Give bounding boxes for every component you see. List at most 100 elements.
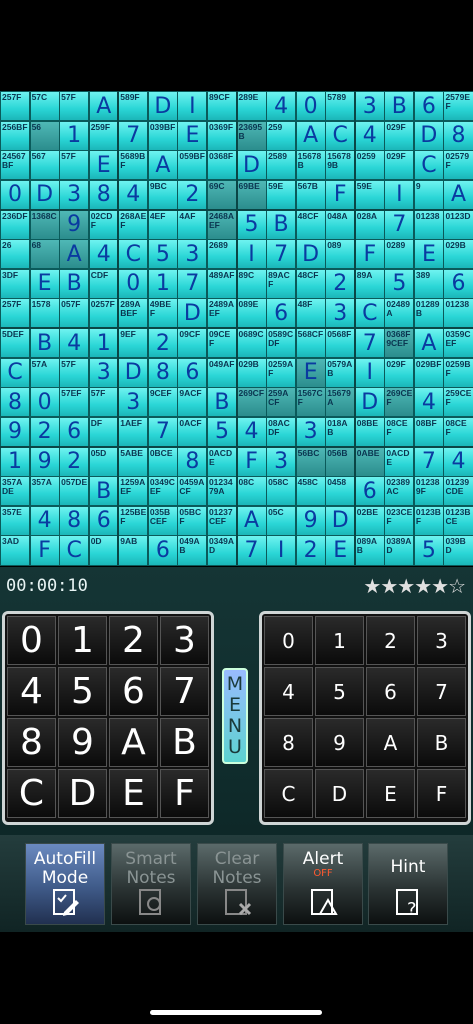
board-cell[interactable]: 049AB [177, 535, 208, 566]
board-cell[interactable]: 2 [325, 268, 356, 299]
board-cell[interactable]: 49BEF [147, 298, 178, 329]
answer-key-f[interactable]: F [160, 769, 209, 818]
board-cell[interactable]: 9EF [118, 328, 149, 359]
board-cell[interactable]: 1567CF [295, 387, 326, 418]
board-cell[interactable]: 9 [29, 446, 60, 477]
board-cell[interactable]: 4AF [177, 209, 208, 240]
board-cell[interactable]: D [413, 120, 444, 151]
board-cell[interactable]: 0389AD [384, 535, 415, 566]
autofill-mode-button[interactable]: AutoFill Mode [25, 843, 105, 925]
board-cell[interactable]: 0BCE [147, 446, 178, 477]
board-cell[interactable]: A [443, 179, 473, 210]
board-cell[interactable]: 4 [236, 416, 267, 447]
board-cell[interactable]: D [325, 505, 356, 536]
board-cell[interactable]: 0ACF [177, 416, 208, 447]
board-cell[interactable]: 0579AB [325, 357, 356, 388]
note-key-a[interactable]: A [366, 718, 415, 767]
board-cell[interactable]: 3 [266, 446, 297, 477]
board-cell[interactable]: 08BF [413, 416, 444, 447]
board-cell[interactable]: 2 [29, 416, 60, 447]
note-key-4[interactable]: 4 [264, 667, 313, 716]
board-cell[interactable]: E [29, 268, 60, 299]
board-cell[interactable]: 0458 [325, 476, 356, 507]
board-cell[interactable]: 7 [147, 416, 178, 447]
board-cell[interactable]: 48CF [295, 209, 326, 240]
answer-key-9[interactable]: 9 [58, 718, 107, 767]
board-cell[interactable]: 01234 79A [206, 476, 237, 507]
board-cell[interactable]: 035BCEF [147, 505, 178, 536]
board-cell[interactable]: 089 [325, 239, 356, 270]
board-cell[interactable]: 48F [295, 298, 326, 329]
board-cell[interactable]: 257F [0, 91, 31, 122]
board-cell[interactable]: I [266, 535, 297, 566]
board-cell[interactable]: 6 [59, 416, 90, 447]
board-cell[interactable]: 2589 [266, 150, 297, 181]
board-cell[interactable]: 259F [88, 120, 119, 151]
board-cell[interactable]: 0368F [206, 150, 237, 181]
board-cell[interactable]: 01289B [413, 298, 444, 329]
board-cell[interactable]: 6 [443, 268, 473, 299]
board-cell[interactable]: 01238 [443, 298, 473, 329]
board-cell[interactable]: 389 [413, 268, 444, 299]
board-cell[interactable]: 269CEF [384, 387, 415, 418]
note-key-6[interactable]: 6 [366, 667, 415, 716]
board-cell[interactable]: 057F [59, 298, 90, 329]
board-cell[interactable]: 2489AEF [206, 298, 237, 329]
hint-button[interactable]: Hint ? [368, 843, 448, 925]
board-cell[interactable]: 7 [266, 239, 297, 270]
answer-key-c[interactable]: C [7, 769, 56, 818]
board-cell[interactable]: 5 [147, 239, 178, 270]
board-cell[interactable]: D [147, 91, 178, 122]
board-cell[interactable]: 57F [88, 387, 119, 418]
board-cell[interactable]: 0ABE [354, 446, 385, 477]
board-cell[interactable]: A [236, 505, 267, 536]
board-cell[interactable]: C [325, 120, 356, 151]
board-cell[interactable]: 059BF [177, 150, 208, 181]
note-key-0[interactable]: 0 [264, 616, 313, 665]
answer-key-8[interactable]: 8 [7, 718, 56, 767]
answer-key-7[interactable]: 7 [160, 667, 209, 716]
board-cell[interactable]: 4 [413, 387, 444, 418]
board-cell[interactable]: 357A [29, 476, 60, 507]
board-cell[interactable]: 567B [295, 179, 326, 210]
board-cell[interactable]: 01239CDE [443, 476, 473, 507]
board-cell[interactable]: 0368F9CEF [384, 328, 415, 359]
board-cell[interactable]: 458C [295, 476, 326, 507]
board-cell[interactable]: 05C [266, 505, 297, 536]
answer-key-4[interactable]: 4 [7, 667, 56, 716]
board-cell[interactable]: 257F [0, 298, 31, 329]
board-cell[interactable]: 5 [384, 268, 415, 299]
board-cell[interactable]: 69BE [236, 179, 267, 210]
note-key-7[interactable]: 7 [417, 667, 466, 716]
board-cell[interactable]: 4EF [147, 209, 178, 240]
board-cell[interactable]: 57F [59, 150, 90, 181]
board-cell[interactable]: 24567BF [0, 150, 31, 181]
board-cell[interactable]: 3 [295, 416, 326, 447]
board-cell[interactable]: 049AF [206, 357, 237, 388]
board-cell[interactable]: 4 [443, 446, 473, 477]
board-cell[interactable]: 3 [354, 91, 385, 122]
board-cell[interactable]: 058C [266, 476, 297, 507]
answer-key-b[interactable]: B [160, 718, 209, 767]
board-cell[interactable]: B [59, 268, 90, 299]
alert-toggle-button[interactable]: Alert OFF [283, 843, 363, 925]
board-cell[interactable]: 15678B [295, 150, 326, 181]
board-cell[interactable]: 156789B [325, 150, 356, 181]
board-cell[interactable]: D [236, 150, 267, 181]
board-cell[interactable]: 3AD [0, 535, 31, 566]
note-key-5[interactable]: 5 [315, 667, 364, 716]
board-cell[interactable]: DF [88, 416, 119, 447]
note-key-3[interactable]: 3 [417, 616, 466, 665]
board-cell[interactable]: 05D [88, 446, 119, 477]
board-cell[interactable]: 6 [147, 535, 178, 566]
board-cell[interactable]: 5DEF [0, 328, 31, 359]
board-cell[interactable]: 5ABE [118, 446, 149, 477]
board-cell[interactable]: 02389AC [384, 476, 415, 507]
board-cell[interactable]: D [295, 239, 326, 270]
board-cell[interactable]: 0ACDE [206, 446, 237, 477]
board-cell[interactable]: 0369F [206, 120, 237, 151]
board-cell[interactable]: 0259 [354, 150, 385, 181]
board-cell[interactable]: B [29, 328, 60, 359]
board-cell[interactable]: 57C [29, 91, 60, 122]
board-cell[interactable]: 2689 [206, 239, 237, 270]
